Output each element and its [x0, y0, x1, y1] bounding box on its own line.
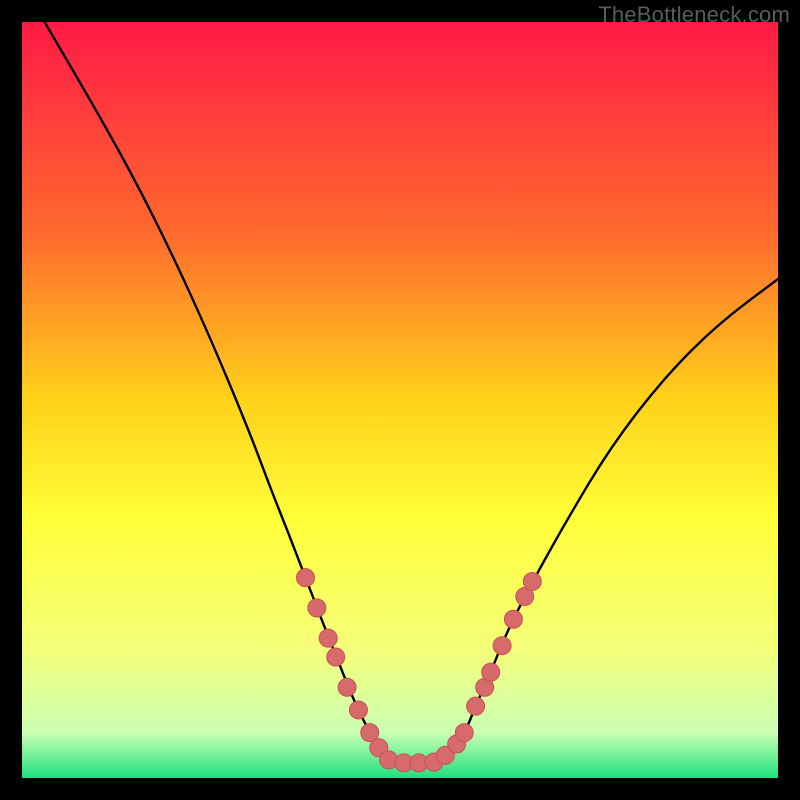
data-marker: [523, 572, 541, 590]
data-marker: [504, 610, 522, 628]
data-marker: [349, 701, 367, 719]
data-marker: [467, 697, 485, 715]
data-marker: [482, 663, 500, 681]
bottleneck-chart: [22, 22, 778, 778]
watermark-text: TheBottleneck.com: [598, 2, 790, 28]
data-marker: [319, 629, 337, 647]
data-marker: [338, 678, 356, 696]
data-marker: [297, 569, 315, 587]
data-marker: [327, 648, 345, 666]
gradient-background: [22, 22, 778, 778]
outer-frame: TheBottleneck.com: [0, 0, 800, 800]
data-marker: [455, 724, 473, 742]
data-marker: [308, 599, 326, 617]
plot-area: [22, 22, 778, 778]
data-marker: [493, 637, 511, 655]
